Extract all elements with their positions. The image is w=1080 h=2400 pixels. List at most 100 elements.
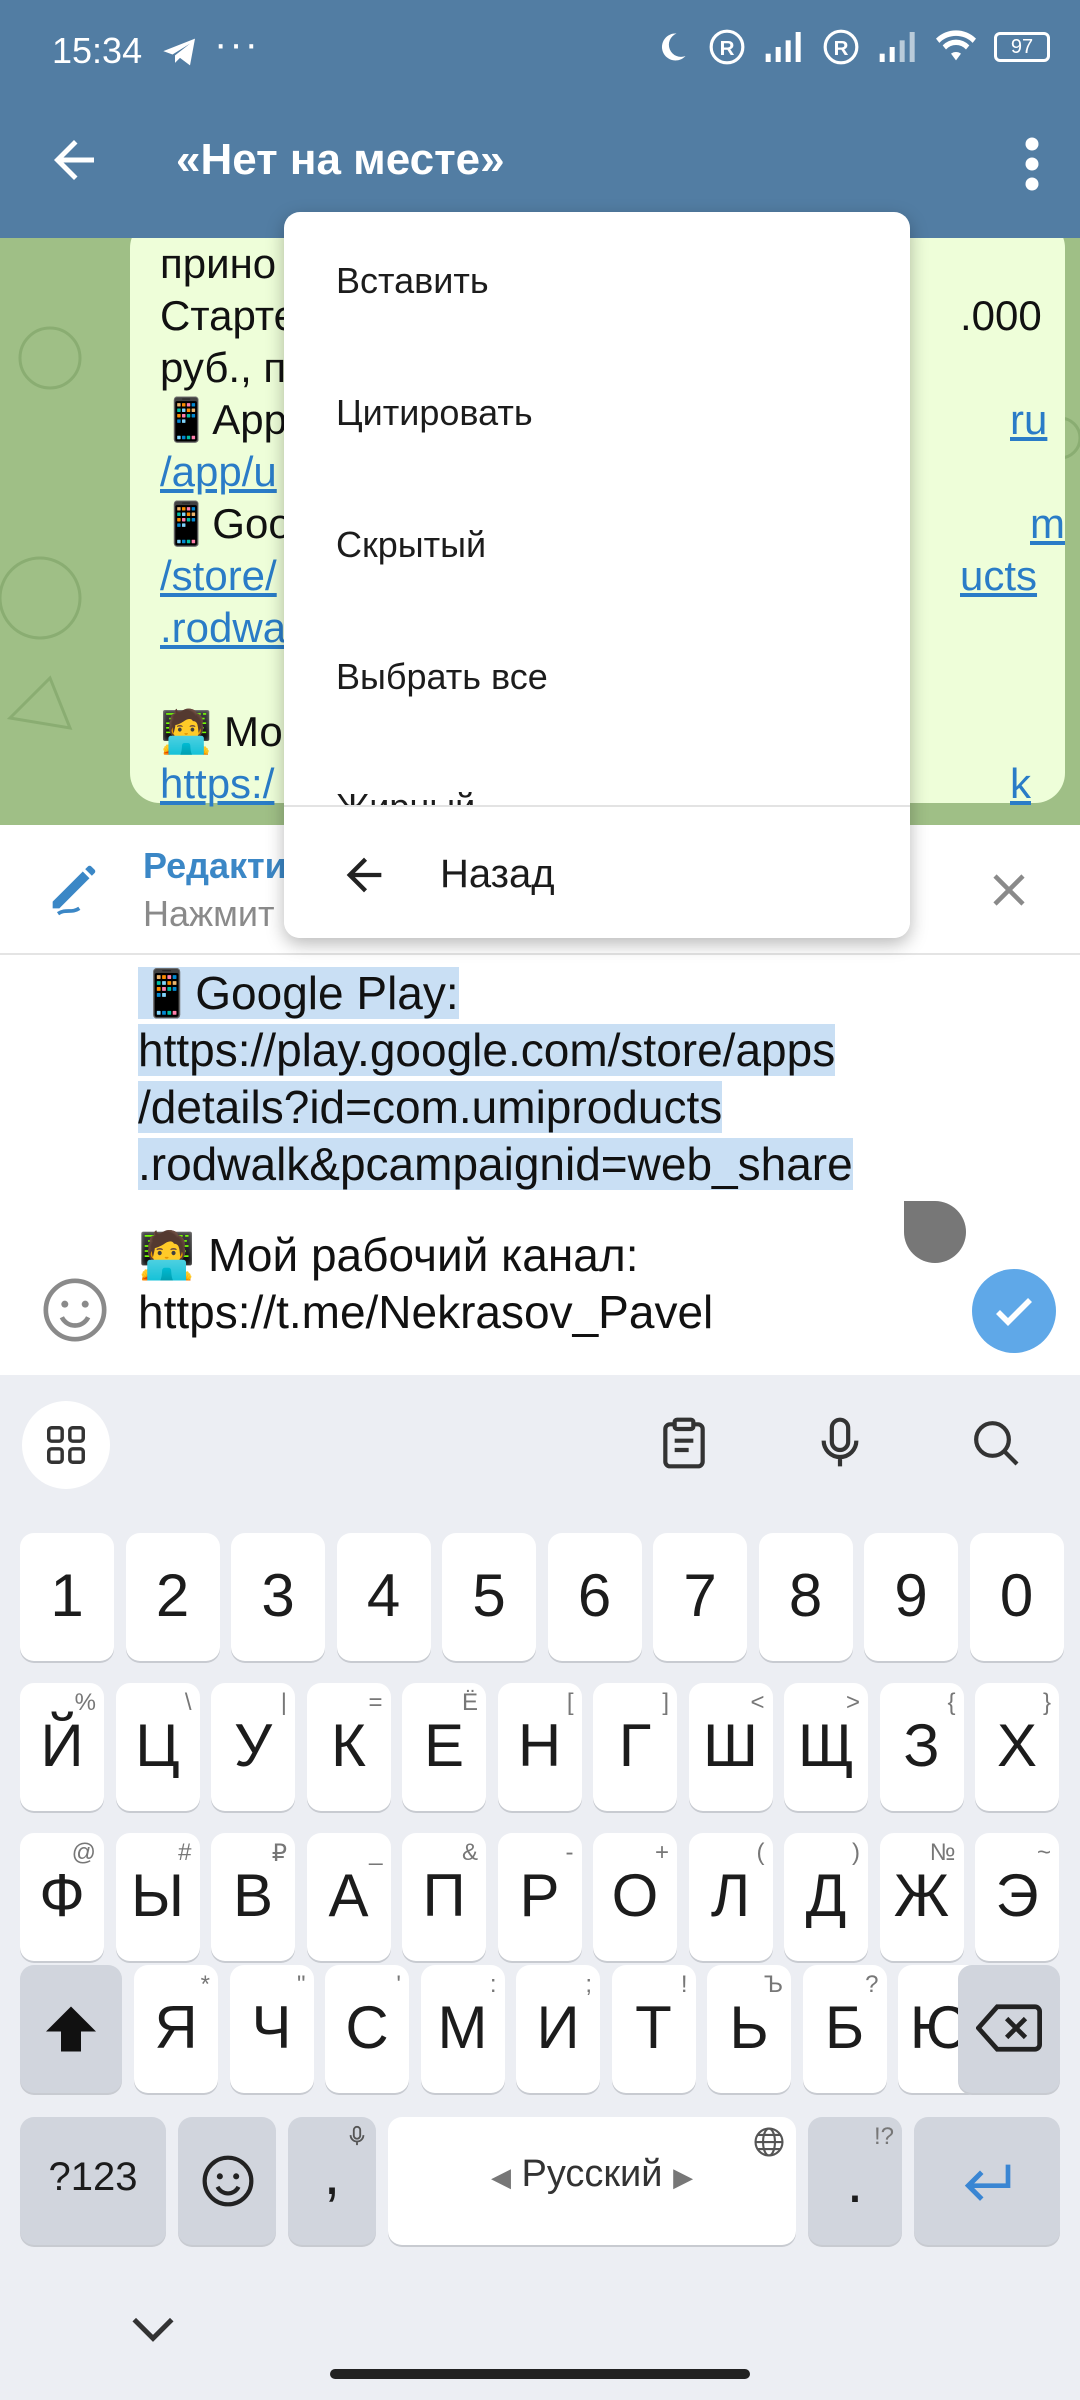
- key-Е[interactable]: ЁЕ: [402, 1683, 486, 1811]
- space-key[interactable]: ◀ Русский ▶: [388, 2117, 796, 2245]
- emoji-key[interactable]: [178, 2117, 276, 2245]
- key-2[interactable]: 2: [125, 1533, 220, 1661]
- key-label: У: [233, 1712, 273, 1779]
- key-8[interactable]: 8: [758, 1533, 853, 1661]
- back-arrow-icon[interactable]: [44, 130, 104, 190]
- message-link[interactable]: k: [1010, 758, 1031, 810]
- key-Ц[interactable]: \ Ц: [115, 1683, 200, 1811]
- key-В[interactable]: ₽ В: [211, 1833, 295, 1961]
- shift-icon: [46, 2006, 96, 2052]
- clipboard-icon[interactable]: [656, 1415, 712, 1471]
- message-link[interactable]: ru: [1010, 394, 1047, 446]
- key-label: Г: [618, 1712, 652, 1779]
- apps-grid-button[interactable]: [22, 1401, 110, 1489]
- key-label: Й: [40, 1712, 84, 1779]
- enter-key[interactable]: [914, 2117, 1060, 2245]
- selection-handle[interactable]: [904, 1201, 966, 1263]
- key-Б[interactable]: ? Б: [802, 1965, 887, 2093]
- key-4[interactable]: 4: [336, 1533, 431, 1661]
- key-С[interactable]: ' С: [325, 1965, 409, 2093]
- key-0[interactable]: 0: [969, 1533, 1064, 1661]
- key-Ь[interactable]: ЪЬ: [707, 1965, 791, 2093]
- chat-title[interactable]: «Нет на месте»: [176, 135, 505, 185]
- comma-key[interactable]: ,: [288, 2117, 376, 2245]
- key-У[interactable]: | У: [211, 1683, 295, 1811]
- message-link[interactable]: ucts: [960, 550, 1037, 602]
- message-link[interactable]: https:/: [160, 760, 274, 807]
- key-Д[interactable]: ) Д: [784, 1833, 868, 1961]
- gesture-nav-bar[interactable]: [330, 2369, 750, 2379]
- key-Э[interactable]: ~ Э: [975, 1833, 1059, 1961]
- keyboard-hide-chevron-icon[interactable]: [128, 2310, 178, 2350]
- key-Й[interactable]: % Й: [20, 1683, 104, 1811]
- key-7[interactable]: 7: [653, 1533, 747, 1661]
- key-Т[interactable]: ! Т: [611, 1965, 696, 2093]
- key-А[interactable]: _ А: [306, 1833, 391, 1961]
- message-link[interactable]: /store/: [160, 552, 277, 599]
- key-label: Ц: [135, 1712, 180, 1779]
- key-И[interactable]: ; И: [516, 1965, 600, 2093]
- key-Г[interactable]: ] Г: [593, 1683, 677, 1811]
- key-label: Я: [154, 1994, 198, 2061]
- key-1[interactable]: 1: [20, 1533, 114, 1661]
- confirm-edit-button[interactable]: [972, 1269, 1056, 1353]
- battery-icon: 97: [994, 32, 1050, 62]
- backspace-key[interactable]: [958, 1965, 1060, 2093]
- key-П[interactable]: & П: [402, 1833, 486, 1961]
- message-input-area[interactable]: 📱Google Play: https://play.google.com/st…: [0, 955, 1080, 1375]
- key-Ш[interactable]: < Ш: [688, 1683, 773, 1811]
- key-Ч[interactable]: " Ч: [229, 1965, 314, 2093]
- emoji-icon[interactable]: [40, 1275, 110, 1345]
- key-label: Ч: [251, 1994, 292, 2061]
- chevron-left-icon: ◀: [490, 2162, 511, 2192]
- text-context-menu: Вставить Цитировать Скрытый Выбрать все …: [284, 212, 910, 938]
- key-Ж[interactable]: № Ж: [879, 1833, 964, 1961]
- microphone-icon[interactable]: [812, 1415, 868, 1471]
- enter-icon: [964, 2164, 1011, 2201]
- key-label: Ш: [703, 1712, 758, 1779]
- key-label: 3: [261, 1562, 295, 1629]
- key-label: Ь: [729, 1994, 769, 2061]
- message-link[interactable]: /app/u: [160, 448, 277, 495]
- menu-item-select-all[interactable]: Выбрать все: [336, 656, 548, 698]
- symbols-key[interactable]: ?123: [20, 2117, 166, 2245]
- key-Ф[interactable]: @ Ф: [20, 1833, 104, 1961]
- key-З[interactable]: {З: [879, 1683, 964, 1811]
- key-Л[interactable]: (Л: [688, 1833, 773, 1961]
- key-label: Х: [996, 1712, 1038, 1779]
- status-bar: 15:34 ··· R R 97: [0, 0, 1080, 104]
- key-6[interactable]: 6: [547, 1533, 642, 1661]
- message-link[interactable]: m: [1030, 498, 1065, 550]
- key-Р[interactable]: -Р: [497, 1833, 582, 1961]
- status-icons: R R 97: [654, 28, 1050, 66]
- key-label: Л: [710, 1862, 751, 1929]
- key-Я[interactable]: * Я: [134, 1965, 218, 2093]
- key-3[interactable]: 3: [231, 1533, 325, 1661]
- key-5[interactable]: 5: [442, 1533, 536, 1661]
- key-Н[interactable]: [Н: [497, 1683, 582, 1811]
- more-vert-icon[interactable]: [1022, 134, 1042, 194]
- period-key[interactable]: !? .: [808, 2117, 902, 2245]
- selected-text: /details?id=com.umiproducts: [138, 1081, 723, 1133]
- menu-item-quote[interactable]: Цитировать: [336, 392, 533, 434]
- key-Щ[interactable]: > Щ: [784, 1683, 868, 1811]
- close-icon[interactable]: [988, 869, 1030, 911]
- key-О[interactable]: + О: [593, 1833, 677, 1961]
- key-9[interactable]: 9: [864, 1533, 958, 1661]
- search-icon[interactable]: [968, 1415, 1024, 1471]
- menu-item-paste[interactable]: Вставить: [336, 260, 489, 302]
- message-link[interactable]: .rodwa: [160, 604, 286, 651]
- key-К[interactable]: = К: [306, 1683, 391, 1811]
- menu-back-label[interactable]: Назад: [440, 852, 555, 897]
- key-Ы[interactable]: # Ы: [115, 1833, 200, 1961]
- menu-item-spoiler[interactable]: Скрытый: [336, 524, 486, 566]
- shift-key[interactable]: [20, 1965, 122, 2093]
- key-М[interactable]: :М: [420, 1965, 505, 2093]
- key-label: 6: [577, 1562, 612, 1629]
- status-time: 15:34: [52, 30, 143, 71]
- back-arrow-icon[interactable]: [338, 849, 390, 901]
- key-label: Ф: [39, 1862, 85, 1929]
- message-input[interactable]: 📱Google Play: https://play.google.com/st…: [138, 965, 958, 1341]
- key-Х[interactable]: } Х: [975, 1683, 1059, 1811]
- registered-icon-2: R: [823, 29, 859, 65]
